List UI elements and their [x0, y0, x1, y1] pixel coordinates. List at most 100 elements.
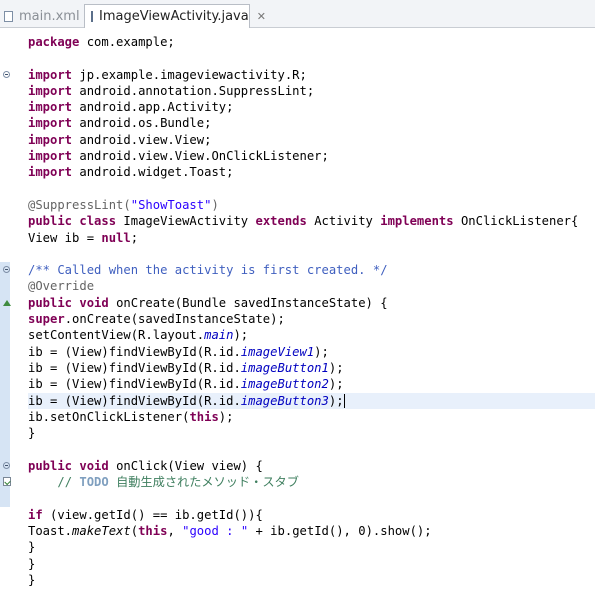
xml-file-icon [4, 10, 13, 22]
text-cursor [343, 393, 345, 408]
code-token: Toast. [28, 523, 73, 538]
code-line[interactable]: setContentView(R.layout.main); [28, 327, 595, 343]
code-token: android.widget.Toast; [72, 165, 234, 180]
code-token: import [28, 149, 73, 164]
code-token: ); [314, 344, 329, 359]
code-token: android.os.Bundle; [72, 116, 212, 131]
code-token: ib.setOnClickListener( [28, 409, 190, 424]
code-token: "good : " [182, 523, 249, 538]
code-line[interactable]: ib.setOnClickListener(this); [28, 409, 595, 425]
code-line[interactable]: } [28, 572, 595, 588]
tab-main-xml[interactable]: main.xml [0, 4, 80, 28]
code-token: } [28, 540, 36, 555]
code-token: "ShowToast" [130, 197, 212, 212]
code-token: imageButton1 [240, 360, 329, 375]
code-line[interactable]: import android.view.View; [28, 132, 595, 148]
code-token: onCreate(Bundle savedInstanceState) { [108, 295, 388, 310]
code-line[interactable]: ib = (View)findViewById(R.id.imageButton… [28, 360, 595, 376]
code-line[interactable]: } [28, 556, 595, 572]
code-token: @SuppressLint( [28, 197, 131, 212]
change-ruler [0, 262, 10, 458]
code-line[interactable]: public class ImageViewActivity extends A… [28, 213, 595, 229]
code-token: ) [211, 197, 219, 212]
code-token: super [28, 312, 65, 327]
code-token: void [79, 295, 109, 310]
code-token: import [28, 132, 73, 147]
code-token: ( [130, 523, 139, 538]
code-token: import [28, 83, 73, 98]
code-line[interactable]: ib = (View)findViewById(R.id.imageButton… [28, 392, 595, 409]
code-token: class [79, 214, 117, 229]
code-line[interactable]: @SuppressLint("ShowToast") [28, 197, 595, 213]
code-line[interactable]: ​ [28, 246, 595, 262]
code-token: main [204, 328, 234, 343]
code-token: makeText [72, 523, 131, 538]
code-line[interactable]: import android.widget.Toast; [28, 164, 595, 180]
code-line[interactable]: import android.app.Activity; [28, 99, 595, 115]
code-token: null [101, 230, 131, 245]
code-token: void [79, 458, 109, 473]
editor-tab-bar: main.xml ImageViewActivity.java ✕ [0, 0, 595, 28]
code-token: import [28, 67, 73, 82]
code-line[interactable]: Toast.makeText(this, "good : " + ib.getI… [28, 523, 595, 539]
tab-label: main.xml [19, 8, 80, 24]
code-line[interactable]: /** Called when the activity is first cr… [28, 262, 595, 278]
code-token: com.example; [79, 35, 175, 49]
code-token: ib = (View)findViewById(R.id. [28, 377, 241, 392]
code-token: ); [328, 360, 344, 375]
code-token: TODO [79, 475, 109, 490]
code-token: import [28, 116, 73, 131]
code-line[interactable]: import android.os.Bundle; [28, 115, 595, 131]
code-token: onClick(View view) { [108, 458, 263, 473]
tab-imageviewactivity-java[interactable]: ImageViewActivity.java ✕ [84, 4, 266, 28]
code-token: ); [328, 377, 344, 392]
code-token: .onCreate(savedInstanceState); [64, 312, 285, 327]
code-line[interactable]: super.onCreate(savedInstanceState); [28, 311, 595, 327]
code-line[interactable]: @Override [28, 278, 595, 294]
code-line[interactable]: package com.example; [28, 34, 595, 50]
code-token: Activity [306, 214, 381, 229]
code-token: OnClickListener{ [453, 214, 579, 229]
close-icon[interactable]: ✕ [257, 10, 266, 23]
code-token: public [28, 458, 73, 473]
code-token: ib = (View)findViewById(R.id. [28, 360, 241, 375]
code-line[interactable]: ​ [28, 441, 595, 457]
code-line[interactable]: } [28, 425, 595, 441]
code-line[interactable]: } [28, 539, 595, 555]
code-editor[interactable]: package com.example;​import jp.example.i… [28, 28, 595, 588]
code-token: android.view.View.OnClickListener; [72, 149, 329, 164]
code-line[interactable]: import android.annotation.SuppressLint; [28, 83, 595, 99]
code-line[interactable]: ib = (View)findViewById(R.id.imageView1)… [28, 344, 595, 360]
code-token: // [57, 475, 80, 490]
code-line[interactable]: if (view.getId() == ib.getId()){ [28, 507, 595, 523]
code-line[interactable]: import jp.example.imageviewactivity.R; [28, 67, 595, 83]
code-token: ); [233, 328, 249, 343]
code-token: setContentView(R.layout. [28, 328, 205, 343]
code-token: ib = (View)findViewById(R.id. [28, 393, 241, 408]
fold-toggle-icon[interactable] [3, 461, 10, 469]
code-line[interactable]: ​ [28, 490, 595, 506]
code-line[interactable]: public void onCreate(Bundle savedInstanc… [28, 295, 595, 311]
code-line[interactable]: public void onClick(View view) { [28, 458, 595, 474]
tab-label: ImageViewActivity.java [99, 9, 249, 24]
code-line[interactable]: // TODO 自動生成されたメソッド・スタブ [28, 474, 595, 490]
code-line[interactable]: ib = (View)findViewById(R.id.imageButton… [28, 376, 595, 392]
task-marker-icon [3, 477, 11, 487]
code-token: } [28, 556, 36, 571]
code-token: import [28, 100, 73, 115]
code-token: public [28, 214, 73, 229]
code-line[interactable]: ​ [28, 181, 595, 197]
fold-toggle-icon[interactable] [3, 70, 10, 78]
code-token: imageButton2 [240, 377, 329, 392]
code-token: android.app.Activity; [72, 100, 234, 115]
code-line[interactable]: View ib = null; [28, 230, 595, 246]
code-token: android.annotation.SuppressLint; [72, 83, 315, 98]
code-line[interactable]: ​ [28, 50, 595, 66]
code-token: this [138, 523, 168, 538]
code-token: ); [218, 409, 234, 424]
code-token: , [167, 523, 183, 538]
code-token: package [28, 35, 80, 49]
code-token: } [28, 426, 36, 441]
code-token: @Override [28, 279, 95, 294]
code-line[interactable]: import android.view.View.OnClickListener… [28, 148, 595, 164]
